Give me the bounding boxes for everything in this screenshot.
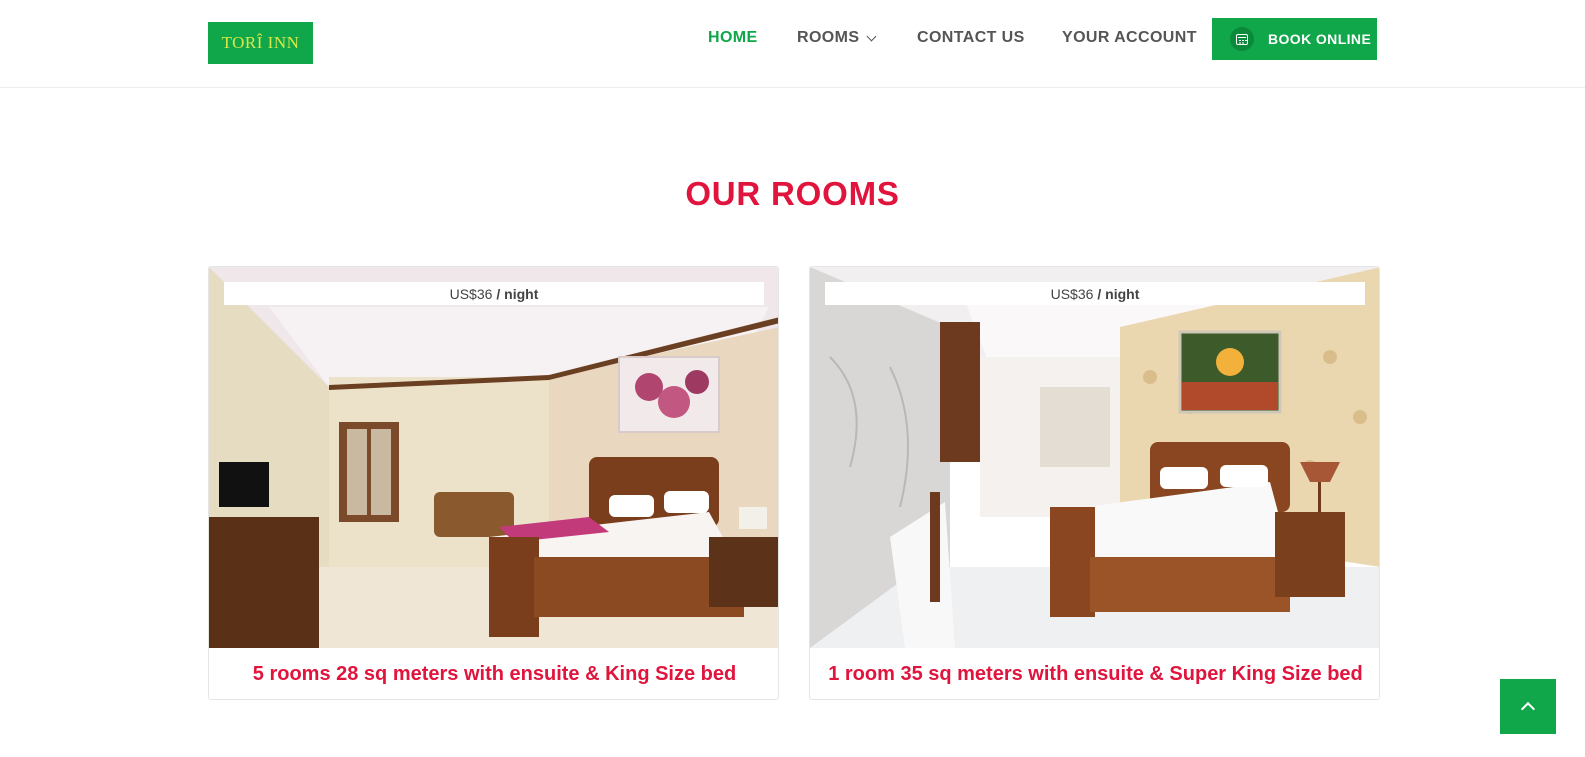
room-card[interactable]: US$36 / night 5 rooms 28 sq meters with … [208, 266, 779, 700]
nav-home[interactable]: HOME [708, 26, 758, 50]
nav-rooms[interactable]: ROOMS [797, 26, 877, 50]
logo-text: TORÎ INN [221, 33, 300, 52]
nav-contact-us[interactable]: CONTACT US [917, 26, 1025, 50]
section-title: OUR ROOMS [685, 175, 900, 212]
price-unit: / night [496, 285, 539, 302]
price-label: US$36 / night [825, 282, 1365, 305]
room-card[interactable]: US$36 / night 1 room 35 sq meters with e… [809, 266, 1380, 700]
chevron-up-icon [1520, 701, 1536, 717]
calendar-icon [1230, 27, 1254, 51]
price-label: US$36 / night [224, 282, 764, 305]
room-photo[interactable]: US$36 / night [209, 267, 778, 648]
nav-rooms-label: ROOMS [797, 29, 860, 46]
chevron-down-icon [867, 31, 877, 41]
price-unit: / night [1097, 285, 1140, 302]
room-title[interactable]: 1 room 35 sq meters with ensuite & Super… [810, 648, 1379, 699]
site-header: TORÎ INN HOME ROOMS CONTACT US YOUR ACCO… [0, 0, 1585, 88]
price-amount: US$36 [1050, 285, 1094, 302]
price-amount: US$36 [449, 285, 493, 302]
nav-your-account[interactable]: YOUR ACCOUNT [1062, 26, 1197, 50]
room-photo[interactable]: US$36 / night [810, 267, 1379, 648]
book-online-label: BOOK ONLINE [1268, 31, 1372, 47]
scroll-to-top-button[interactable] [1500, 679, 1556, 734]
room-title[interactable]: 5 rooms 28 sq meters with ensuite & King… [209, 648, 778, 699]
site-logo[interactable]: TORÎ INN [208, 22, 313, 64]
book-online-button[interactable]: BOOK ONLINE [1212, 18, 1377, 60]
